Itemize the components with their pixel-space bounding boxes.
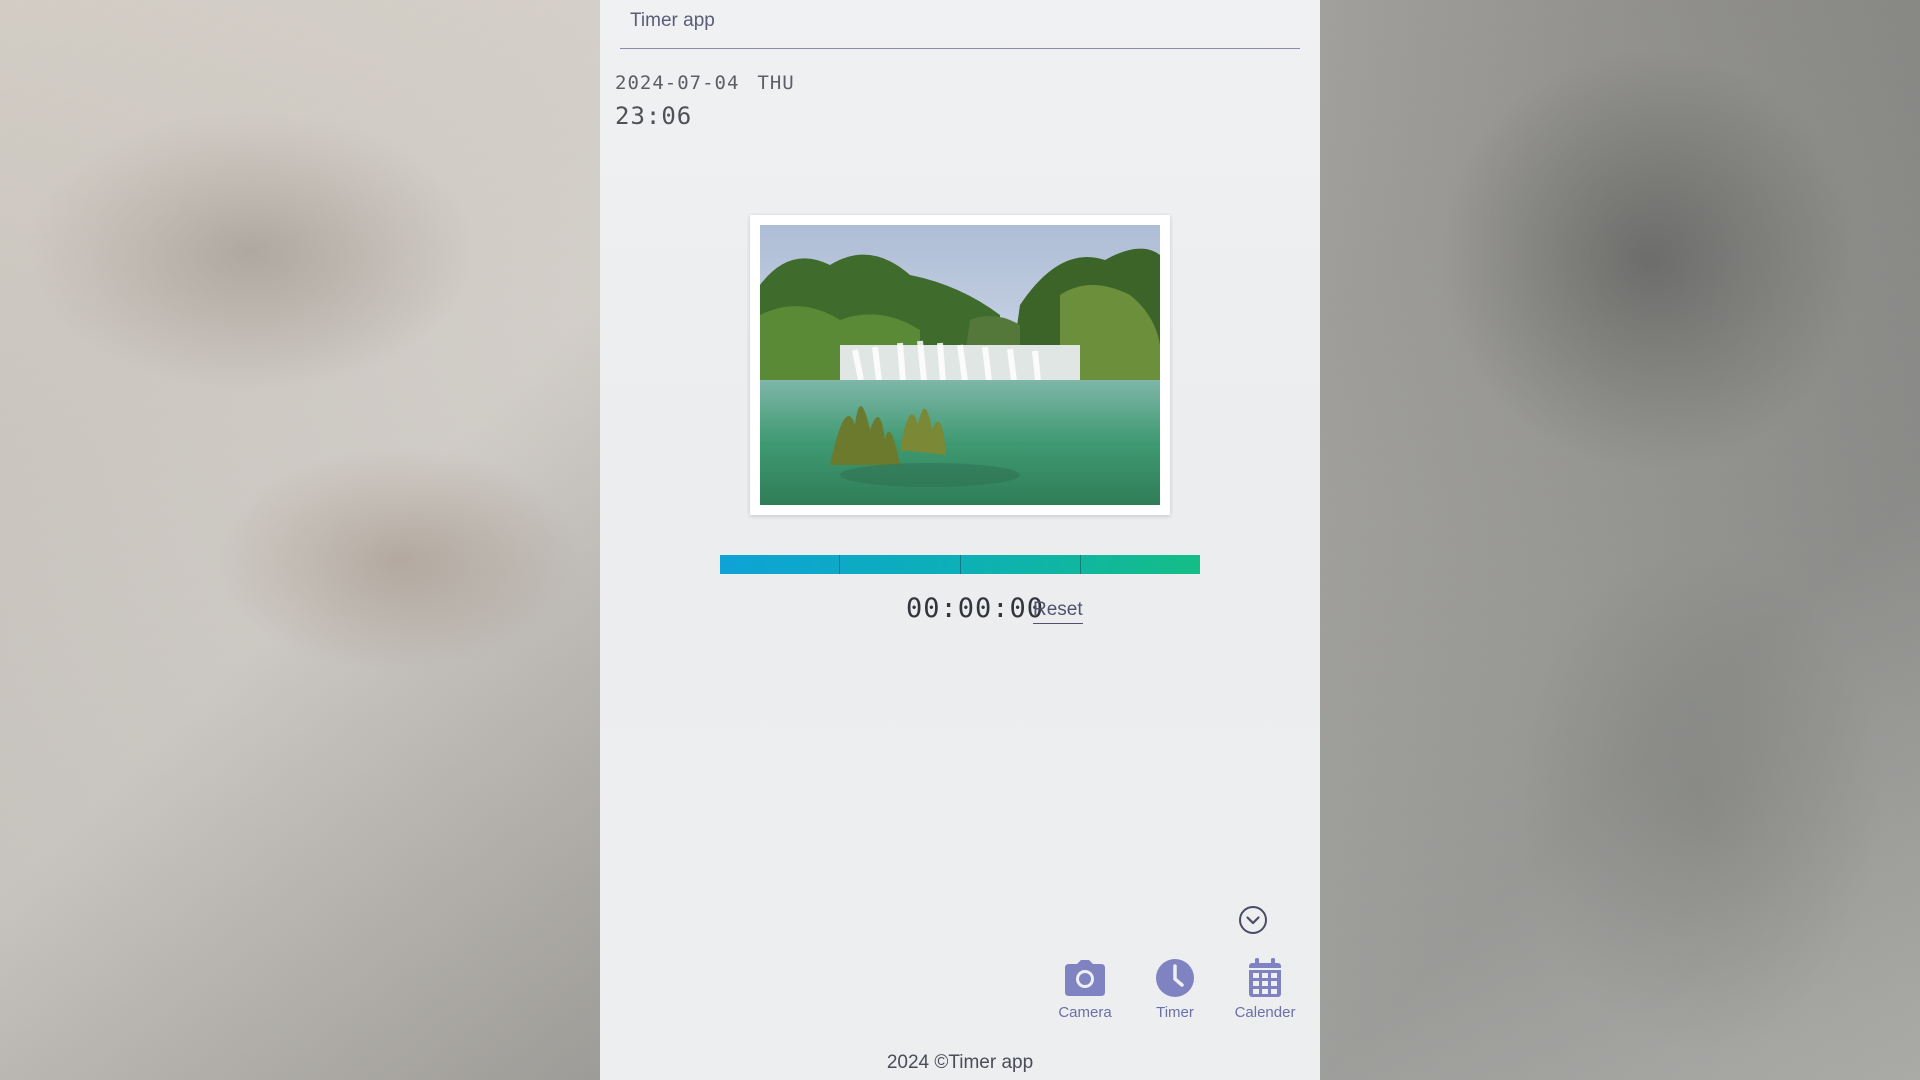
nav-item-calendar[interactable]: Calender	[1230, 958, 1300, 1021]
time-display: 23:06	[615, 102, 693, 130]
app-title[interactable]: Timer app	[630, 10, 715, 32]
progress-segment	[840, 555, 961, 574]
nav-label-timer: Timer	[1156, 1004, 1194, 1021]
timer-progress-bar	[720, 555, 1200, 574]
reset-button[interactable]: Reset	[1033, 599, 1083, 624]
date-value: 2024-07-04	[615, 72, 740, 94]
nav-label-camera: Camera	[1058, 1004, 1112, 1021]
progress-segment	[1081, 555, 1200, 574]
date-display: 2024-07-04 THU	[615, 72, 795, 94]
background-right-blur	[1320, 0, 1920, 1080]
app-panel: Timer app 2024-07-04 THU 23:06 00:00:00 …	[600, 0, 1320, 1080]
background-left-blur	[0, 0, 600, 1080]
waterfall-photo	[760, 225, 1160, 505]
progress-segment	[720, 555, 841, 574]
collapse-button[interactable]	[1238, 905, 1268, 935]
elapsed-time-display: 00:00:00	[906, 593, 1045, 624]
nav-label-calendar: Calender	[1234, 1004, 1296, 1021]
chevron-down-circle-icon	[1239, 906, 1267, 934]
camera-icon	[1065, 960, 1105, 996]
nav-item-timer[interactable]: Timer	[1140, 958, 1210, 1021]
clock-icon	[1156, 959, 1194, 997]
nav-item-camera[interactable]: Camera	[1050, 958, 1120, 1021]
progress-segment	[961, 555, 1081, 574]
footer-copyright: 2024 ©Timer app	[886, 1052, 1034, 1073]
calendar-icon	[1249, 958, 1281, 997]
app-header: Timer app	[620, 0, 1300, 49]
photo-frame	[750, 215, 1170, 515]
weekday-value: THU	[757, 72, 795, 94]
